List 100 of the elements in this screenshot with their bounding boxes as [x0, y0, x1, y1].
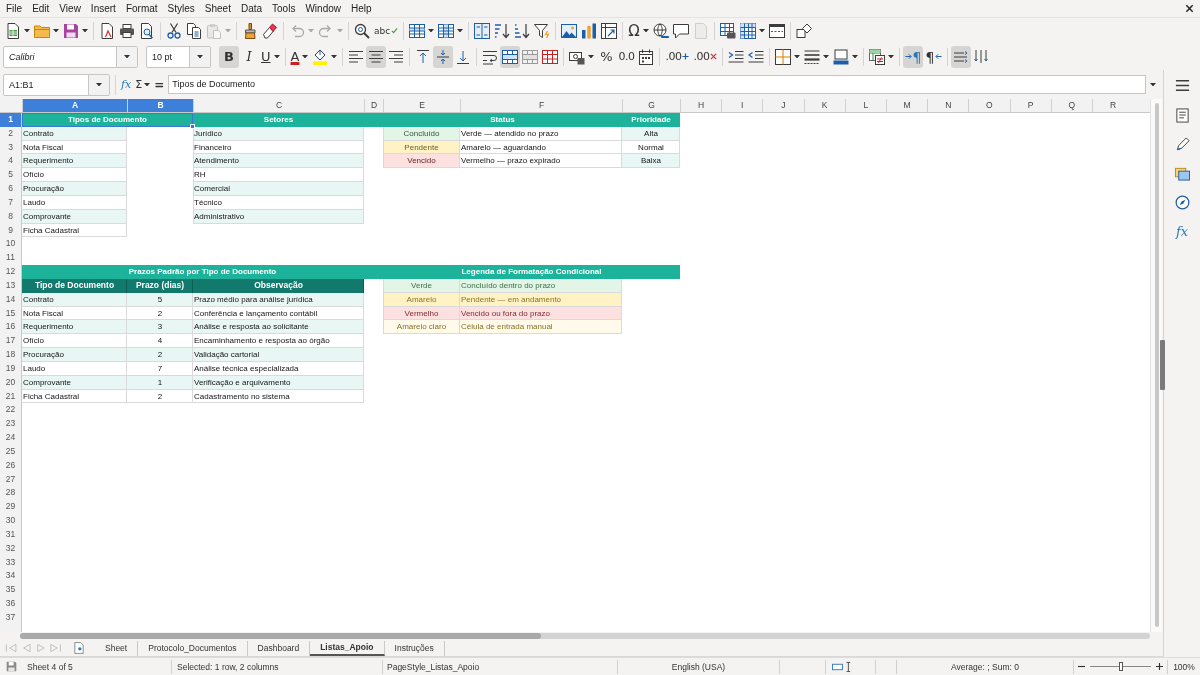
row-header[interactable]: 30 [0, 514, 21, 528]
close-icon[interactable] [1185, 4, 1194, 13]
spelling-button[interactable]: abc [372, 19, 401, 42]
text-left-to-right-button[interactable] [951, 45, 972, 68]
sidebar-handle[interactable] [1160, 340, 1165, 390]
sheet-tab[interactable]: Sheet [95, 640, 139, 656]
special-character-button[interactable]: Ω [626, 19, 651, 42]
scroll-thumb[interactable] [1154, 103, 1159, 627]
column-header[interactable]: F [460, 99, 622, 112]
row-header[interactable]: 21 [0, 389, 21, 404]
language[interactable]: English (USA) [671, 661, 726, 672]
row-header[interactable]: 27 [0, 472, 21, 487]
fill-handle[interactable] [190, 123, 195, 129]
formula-input[interactable]: Tipos de Documento [168, 75, 1146, 94]
column-header[interactable]: B [127, 99, 193, 112]
column-header[interactable]: C [193, 99, 364, 112]
row-header[interactable]: 3 [0, 140, 21, 155]
menu-item[interactable]: Styles [162, 3, 200, 14]
row-header[interactable]: 13 [0, 278, 21, 293]
menu-item[interactable]: Sheet [199, 3, 236, 14]
name-box[interactable]: A1:B1 [3, 73, 110, 96]
font-size-field[interactable]: 10 pt [146, 45, 211, 68]
column-header[interactable]: P [1009, 99, 1051, 112]
merge-center-button[interactable] [500, 45, 521, 68]
menu-item[interactable]: Edit [27, 3, 55, 14]
dropdown-button[interactable] [116, 46, 137, 67]
column-header[interactable]: M [885, 99, 928, 112]
add-decimal-button[interactable]: .00 [663, 45, 692, 68]
row-header[interactable]: 14 [0, 292, 21, 307]
page-plus-icon[interactable] [74, 642, 84, 654]
row-header[interactable]: 5 [0, 168, 21, 183]
row-header[interactable]: 2 [0, 126, 21, 141]
row-header[interactable]: 15 [0, 306, 21, 321]
row-header[interactable]: 16 [0, 320, 21, 335]
menu-item[interactable]: Data [235, 3, 268, 14]
right-to-left-button[interactable]: ¶ [923, 45, 945, 68]
sum-button[interactable]: Σ [133, 74, 153, 95]
row-header[interactable]: 26 [0, 458, 21, 473]
column-header[interactable]: J [762, 99, 804, 112]
row-header[interactable]: 23 [0, 417, 21, 432]
row-header[interactable]: 8 [0, 209, 21, 224]
row-header[interactable]: 12 [0, 265, 21, 279]
column-header[interactable]: H [680, 99, 722, 112]
column-header[interactable]: E [383, 99, 460, 112]
row-header[interactable]: 20 [0, 375, 21, 390]
row-header[interactable]: 36 [0, 597, 21, 611]
row-header[interactable]: 17 [0, 334, 21, 349]
percent-format-button[interactable]: % [596, 45, 617, 68]
column-header[interactable]: L [844, 99, 886, 112]
menu-item[interactable]: Help [346, 3, 377, 14]
row-header[interactable]: 35 [0, 583, 21, 597]
italic-button[interactable]: I [239, 45, 259, 68]
zoom-slider-thumb[interactable] [1118, 662, 1123, 671]
navigator-button[interactable] [1172, 193, 1192, 211]
column-header[interactable]: R [1091, 99, 1134, 112]
vertical-scrollbar[interactable] [1150, 99, 1162, 632]
row-header[interactable]: 32 [0, 541, 21, 556]
horizontal-scrollbar[interactable] [20, 633, 1150, 639]
align-center-button[interactable] [366, 45, 387, 68]
function-wizard-button[interactable]: fx [119, 74, 134, 95]
row-header[interactable]: 33 [0, 555, 21, 570]
column-header[interactable]: Q [1050, 99, 1092, 112]
column-header[interactable]: K [803, 99, 845, 112]
dropdown-button[interactable] [88, 74, 109, 95]
column-header[interactable]: N [927, 99, 969, 112]
scroll-thumb[interactable] [20, 633, 541, 639]
menu-item[interactable]: Insert [85, 3, 121, 14]
row-header[interactable]: 10 [0, 237, 21, 252]
row-header[interactable]: 1 [0, 113, 21, 127]
row-header[interactable]: 24 [0, 431, 21, 445]
row-header[interactable]: 4 [0, 154, 21, 169]
menu-item[interactable]: Tools [267, 3, 301, 14]
sheet-tab[interactable]: Dashboard [247, 640, 311, 656]
delete-decimal-button[interactable]: .00 [691, 45, 720, 68]
row-header[interactable]: 11 [0, 251, 21, 266]
column-header[interactable]: I [721, 99, 763, 112]
row-header[interactable]: 28 [0, 486, 21, 501]
row-header[interactable]: 6 [0, 182, 21, 196]
row-header[interactable]: 31 [0, 527, 21, 542]
underline-button[interactable]: U [259, 45, 282, 68]
row-header[interactable]: 22 [0, 403, 21, 418]
functions-button[interactable]: fx [1172, 222, 1192, 240]
row-header[interactable]: 9 [0, 223, 21, 238]
minus-icon[interactable] [1078, 663, 1085, 670]
sheet-tab[interactable]: Protocolo_Documentos [138, 640, 248, 656]
column-header[interactable]: G [622, 99, 680, 112]
formula-button[interactable]: = [152, 74, 167, 95]
menu-item[interactable]: File [1, 3, 28, 14]
number-format-button[interactable]: 0.0 [616, 45, 637, 68]
menu-item[interactable]: Format [120, 3, 163, 14]
row-header[interactable]: 7 [0, 195, 21, 210]
font-name-field[interactable]: Calibri [3, 45, 138, 68]
sheet-tab[interactable]: Listas_Apoio [310, 640, 385, 656]
bold-button[interactable]: B [219, 45, 239, 68]
dropdown-button[interactable] [189, 46, 210, 67]
row-header[interactable]: 29 [0, 500, 21, 514]
row-header[interactable]: 34 [0, 569, 21, 584]
menu-item[interactable]: Window [300, 3, 346, 14]
column-header[interactable]: O [968, 99, 1010, 112]
menu-item[interactable]: View [54, 3, 86, 14]
